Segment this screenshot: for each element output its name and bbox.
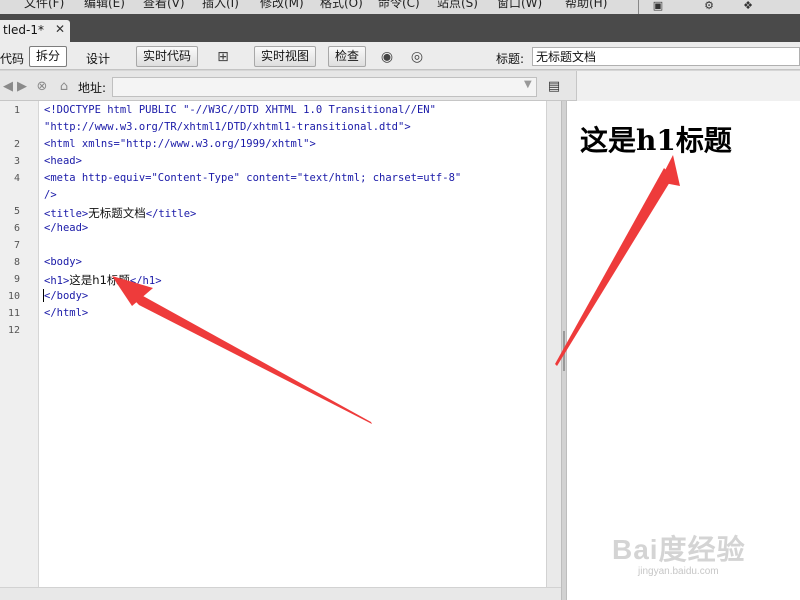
code-view-button[interactable]: 代码	[0, 50, 24, 67]
menu-view[interactable]: 查看(V)	[143, 0, 185, 11]
code-line: <h1>这是h1标题</h1>	[44, 272, 162, 288]
code-token: 无标题文档	[88, 206, 146, 220]
line-number: 3	[13, 156, 20, 167]
menu-window[interactable]: 窗口(W)	[497, 0, 542, 11]
split-view-button[interactable]: 拆分	[29, 46, 68, 67]
line-number: 2	[13, 139, 20, 150]
address-label: 地址:	[78, 81, 107, 95]
home-icon[interactable]: ⌂	[56, 79, 72, 95]
line-number: 11	[7, 308, 20, 319]
code-token: </title>	[145, 208, 197, 220]
code-line: <meta http-equiv="Content-Type" content=…	[44, 172, 462, 184]
code-line: <body>	[44, 256, 82, 268]
live-view-button[interactable]: 实时视图	[254, 46, 317, 67]
code-line: </head>	[44, 222, 89, 234]
check-page-icon[interactable]: ◎	[408, 48, 426, 66]
stop-icon[interactable]: ⊗	[34, 79, 50, 95]
line-number: 7	[13, 240, 20, 251]
editor-horizontal-scrollbar[interactable]	[0, 587, 561, 600]
preview-heading: 这是h1标题	[580, 124, 732, 157]
menu-site[interactable]: 站点(S)	[437, 0, 478, 11]
menu-modify[interactable]: 修改(M)	[260, 0, 304, 11]
code-token: <title>	[44, 208, 89, 220]
address-input[interactable]	[112, 77, 537, 97]
chevron-down-icon[interactable]: ▼	[524, 79, 532, 90]
layout-icon[interactable]: ▣	[652, 0, 664, 12]
workspace-icon[interactable]: ❖	[742, 0, 754, 12]
document-tab-label: tled-1*	[3, 23, 45, 37]
globe-icon[interactable]: ◉	[378, 48, 396, 66]
title-label: 标题:	[496, 52, 525, 66]
code-line: <title>无标题文档</title>	[44, 205, 196, 221]
code-line: <!DOCTYPE html PUBLIC "-//W3C//DTD XHTML…	[44, 104, 436, 116]
preview-header	[576, 71, 800, 101]
watermark-brand: Bai度经验	[612, 534, 746, 565]
editor-vertical-scrollbar[interactable]	[546, 101, 561, 587]
forward-arrow-icon[interactable]: ▶	[14, 79, 30, 95]
line-number: 10	[7, 291, 20, 302]
code-line: <html xmlns="http://www.w3.org/1999/xhtm…	[44, 138, 316, 150]
live-code-button[interactable]: 实时代码	[136, 46, 199, 67]
document-tab-bar: tled-1* ✕	[0, 14, 800, 42]
menu-bar: 文件(F) 编辑(E) 查看(V) 插入(I) 修改(M) 格式(O) 命令(C…	[0, 0, 800, 14]
line-number: 5	[13, 206, 20, 217]
line-number: 9	[13, 274, 20, 285]
watermark-url: jingyan.baidu.com	[638, 566, 719, 577]
view-options-icon[interactable]: ▤	[545, 78, 563, 96]
menu-commands[interactable]: 命令(C)	[378, 0, 420, 11]
document-tab[interactable]: tled-1* ✕	[0, 20, 70, 42]
line-number: 1	[13, 105, 20, 116]
line-number: 4	[13, 173, 20, 184]
line-number: 12	[7, 325, 20, 336]
code-line: </html>	[44, 307, 89, 319]
inspect-button[interactable]: 检查	[328, 46, 367, 67]
menu-insert[interactable]: 插入(I)	[202, 0, 239, 11]
watermark: Bai度经验 jingyan.baidu.com	[612, 518, 792, 584]
title-input[interactable]	[532, 47, 800, 66]
code-line: <head>	[44, 155, 82, 167]
menu-edit[interactable]: 编辑(E)	[84, 0, 125, 11]
inspect-grid-icon[interactable]: ⊞	[214, 48, 232, 66]
splitter-grip[interactable]	[563, 331, 565, 371]
code-token: </h1>	[129, 275, 162, 287]
menu-format[interactable]: 格式(O)	[320, 0, 363, 11]
code-line: "http://www.w3.org/TR/xhtml1/DTD/xhtml1-…	[44, 121, 411, 133]
code-line: />	[44, 189, 57, 201]
code-token: <h1>	[44, 275, 70, 287]
menu-help[interactable]: 帮助(H)	[565, 0, 607, 11]
line-number-gutter: 1 2 3 4 5 6 7 8 9 10 11 12	[0, 101, 39, 587]
document-toolbar: 代码 拆分 设计 实时代码 ⊞ 实时视图 检查 ◉ ◎ 标题:	[0, 42, 800, 70]
menu-divider	[638, 0, 639, 14]
code-token: 这是h1标题	[69, 273, 130, 287]
gear-icon[interactable]: ⚙	[703, 0, 715, 12]
code-editor[interactable]: 1 2 3 4 5 6 7 8 9 10 11 12 <!DOCTYPE htm…	[0, 101, 546, 587]
design-view-button[interactable]: 设计	[86, 50, 110, 67]
text-caret	[43, 289, 44, 302]
line-number: 6	[13, 223, 20, 234]
close-icon[interactable]: ✕	[55, 22, 65, 36]
line-number: 8	[13, 257, 20, 268]
menu-file[interactable]: 文件(F)	[24, 0, 64, 11]
address-bar: ◀ ▶ ⊗ ⌂ 地址: ▼ ▤	[0, 71, 800, 101]
code-line: </body>	[44, 290, 89, 302]
